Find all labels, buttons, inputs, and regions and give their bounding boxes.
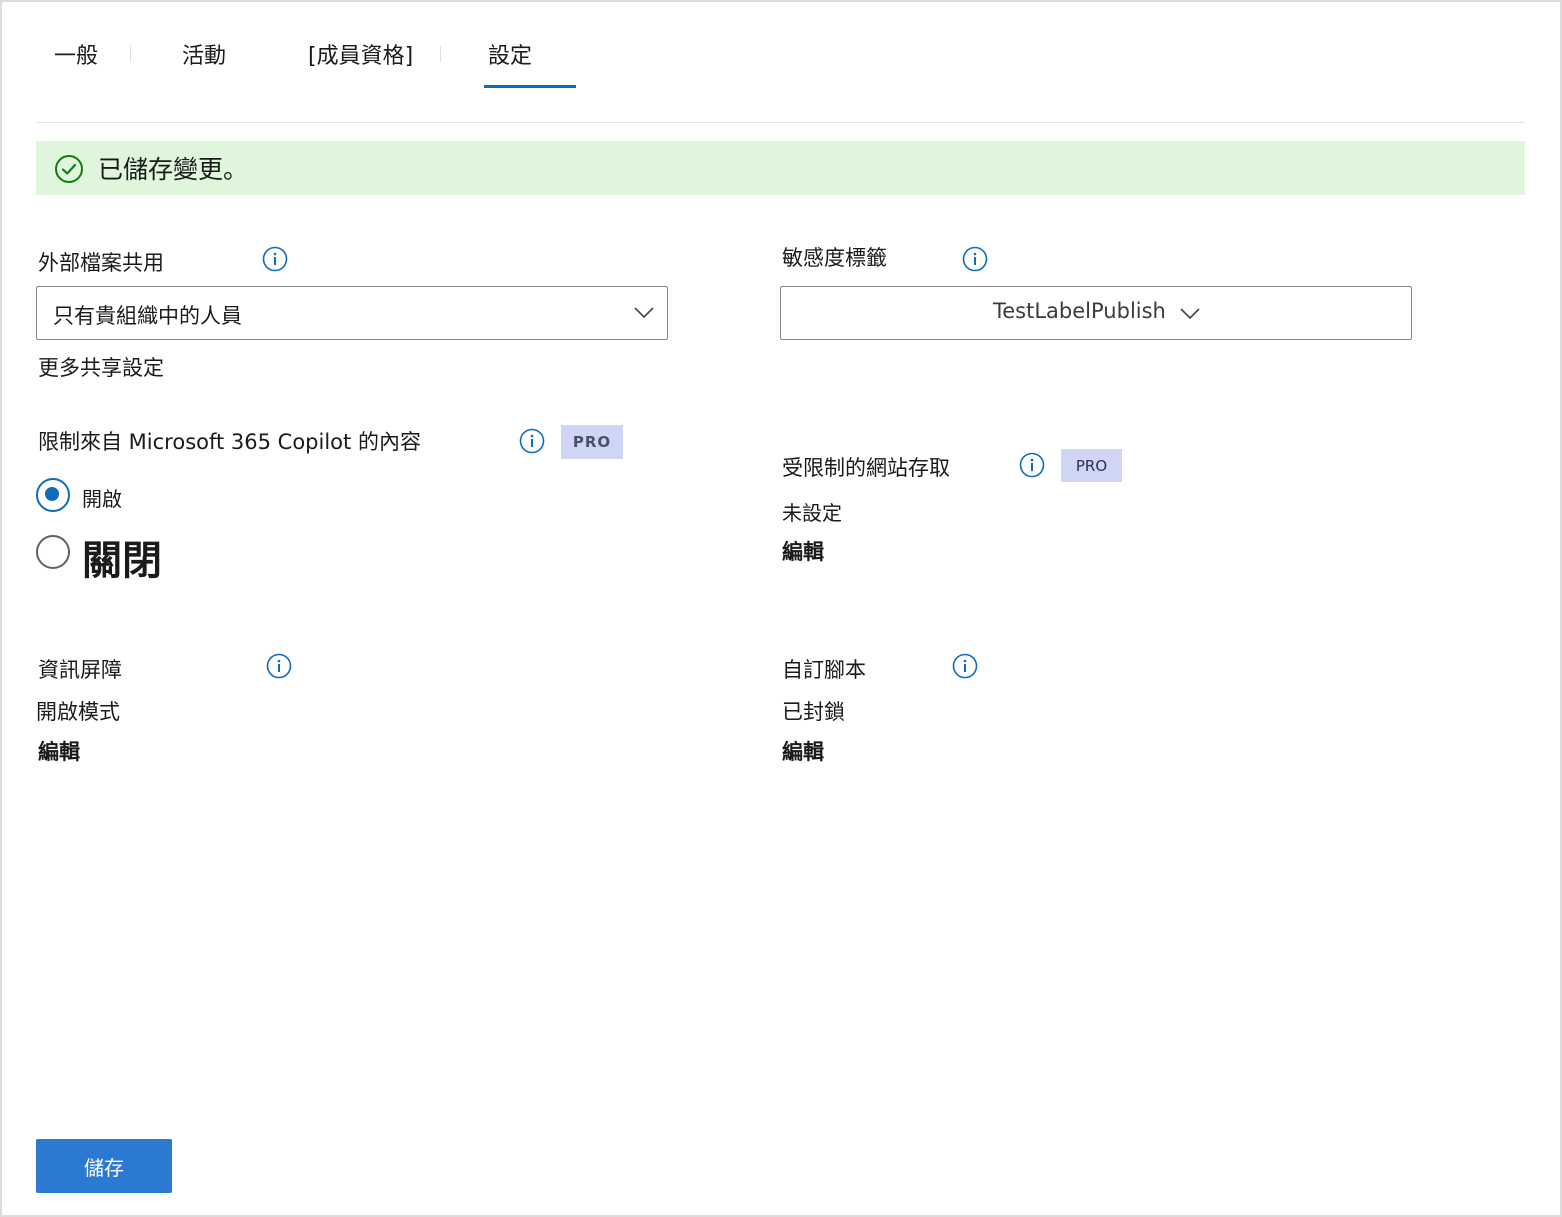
chevron-down-icon [634, 307, 654, 319]
info-icon[interactable] [519, 428, 545, 454]
tab-membership[interactable]: [成員資格] [308, 38, 413, 70]
header-divider [36, 122, 1525, 123]
copilot-restriction-label: 限制來自 Microsoft 365 Copilot 的內容 [38, 430, 421, 454]
external-sharing-selected: 只有貴組織中的人員 [53, 304, 242, 328]
custom-script-edit-link[interactable]: 編輯 [782, 736, 824, 766]
tab-activity[interactable]: 活動 [182, 38, 226, 70]
copilot-off-radio[interactable] [36, 535, 70, 569]
sensitivity-label-dropdown[interactable]: TestLabelPublish [780, 286, 1412, 340]
checkmark-circle-icon [55, 155, 83, 183]
copilot-off-label[interactable]: 關閉 [82, 528, 162, 586]
information-barrier-value: 開啟模式 [36, 700, 120, 724]
info-icon[interactable] [266, 653, 292, 679]
copilot-on-radio[interactable] [36, 478, 70, 512]
tab-separator [130, 46, 131, 62]
sensitivity-label-selected: TestLabelPublish [993, 299, 1166, 323]
info-icon[interactable] [1019, 452, 1045, 478]
tab-general[interactable]: 一般 [54, 38, 98, 70]
external-sharing-label: 外部檔案共用 [38, 251, 164, 275]
settings-panel: 一般 活動 [成員資格] 設定 已儲存變更。 外部檔案共用 只有貴組織中的人員 … [0, 0, 1562, 1217]
pro-badge: PRO [1061, 449, 1122, 482]
banner-message: 已儲存變更。 [98, 155, 249, 184]
more-sharing-settings-link[interactable]: 更多共享設定 [38, 352, 164, 382]
info-icon[interactable] [952, 653, 978, 679]
custom-script-value: 已封鎖 [782, 700, 845, 724]
chevron-down-icon [1180, 308, 1200, 320]
info-icon[interactable] [262, 246, 288, 272]
info-icon[interactable] [962, 246, 988, 272]
custom-script-label: 自訂腳本 [782, 658, 866, 682]
information-barrier-label: 資訊屏障 [38, 658, 122, 682]
copilot-on-label[interactable]: 開啟 [82, 483, 122, 512]
tab-separator [440, 46, 441, 62]
tab-settings[interactable]: 設定 [488, 38, 532, 70]
save-button[interactable]: 儲存 [36, 1139, 172, 1193]
restricted-site-access-edit-link[interactable]: 編輯 [782, 536, 824, 566]
success-banner: 已儲存變更。 [36, 141, 1525, 195]
sensitivity-label-label: 敏感度標籤 [782, 246, 887, 270]
restricted-site-access-value: 未設定 [782, 501, 842, 525]
information-barrier-edit-link[interactable]: 編輯 [38, 736, 80, 766]
active-tab-indicator [484, 85, 576, 88]
external-sharing-dropdown[interactable]: 只有貴組織中的人員 [36, 286, 668, 340]
pro-badge: PRO [561, 425, 623, 459]
restricted-site-access-label: 受限制的網站存取 [782, 456, 950, 480]
